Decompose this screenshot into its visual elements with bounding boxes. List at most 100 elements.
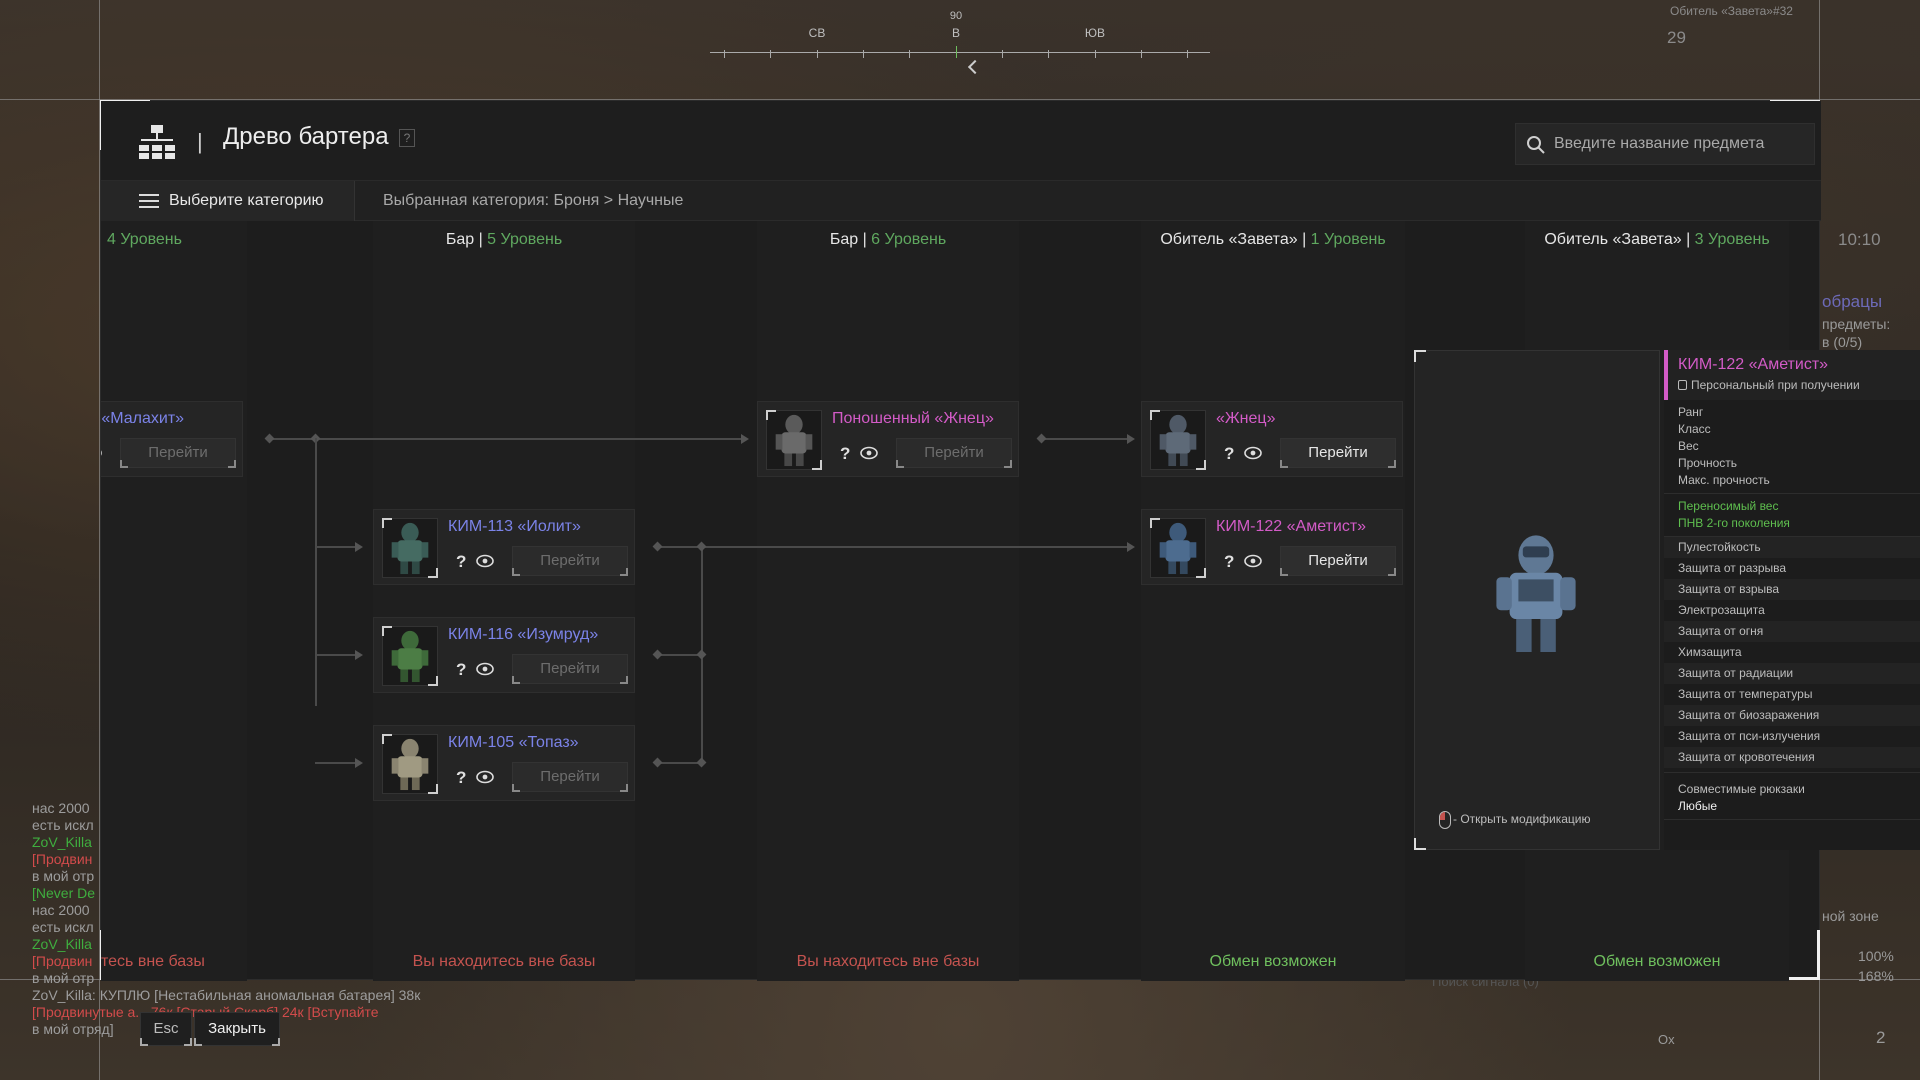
hud-side-text: в (0/5): [1822, 334, 1863, 350]
category-bar: Выберите категорию Выбранная категория: …: [101, 181, 1821, 221]
stat-row: Защита от температуры: [1678, 687, 1813, 701]
help-icon[interactable]: ?: [456, 660, 466, 680]
eye-icon[interactable]: [1244, 554, 1262, 568]
breadcrumb: Выбранная категория: Броня > Научные: [383, 192, 684, 209]
barter-tree-icon: [139, 125, 175, 159]
item-card-topaz[interactable]: КИМ-105 «Топаз» ? Перейти: [373, 725, 635, 801]
header-separator: |: [197, 129, 203, 154]
eye-icon[interactable]: [860, 446, 878, 460]
help-icon[interactable]: ?: [456, 768, 466, 788]
item-card-reaper[interactable]: «Жнец» ? Перейти: [1141, 401, 1403, 477]
compass-label-e: В: [951, 26, 961, 40]
tree-connector: [315, 438, 317, 706]
detail-item-name: КИМ-122 «Аметист»: [1678, 356, 1829, 373]
item-card-worn-reaper[interactable]: Поношенный «Жнец» ? Перейти: [757, 401, 1019, 477]
item-card-ametist[interactable]: КИМ-122 «Аметист» ? Перейти: [1141, 509, 1403, 585]
search-input[interactable]: [1554, 124, 1804, 164]
compass-label-se: ЮВ: [1084, 26, 1106, 40]
hud-side-text: обрацы: [1822, 292, 1883, 311]
item-thumbnail: [766, 410, 822, 470]
go-button[interactable]: Перейти: [1280, 546, 1396, 576]
menu-icon: [139, 194, 159, 208]
help-icon[interactable]: ?: [840, 444, 850, 464]
eye-icon[interactable]: [476, 770, 494, 784]
help-icon[interactable]: ?: [1224, 552, 1234, 572]
hud-side-text: предметы:: [1822, 316, 1891, 332]
item-thumbnail: [1150, 518, 1206, 578]
stats-protection: Пулестойкость Защита от разрыва Защита о…: [1664, 537, 1920, 773]
hud-time-small: 29: [1667, 28, 1686, 47]
tree-connector: [271, 438, 747, 440]
stats-basic: Ранг Класс Вес Прочность Макс. прочность: [1664, 400, 1920, 494]
item-card-malachite[interactable]: I-99М «Малахит» Перейти: [101, 401, 243, 477]
armor-preview-image: [1496, 535, 1576, 652]
column-header: Обитель «Завета» | 1 Уровень: [1160, 231, 1386, 248]
category-select-button[interactable]: Выберите категорию: [101, 181, 355, 221]
chat-line: ZoV_Killa: КУПЛЮ [Нестабильная аномальна…: [32, 987, 421, 1003]
connector-arrow-icon: [355, 758, 363, 768]
mouse-icon: [1439, 811, 1451, 829]
item-name: Поношенный «Жнец»: [832, 410, 994, 427]
column-header: Обитель «Завета» | 3 Уровень: [1544, 231, 1770, 248]
column-header: Бар | 5 Уровень: [445, 231, 563, 248]
close-button[interactable]: Закрыть: [194, 1012, 280, 1046]
go-button[interactable]: Перейти: [512, 654, 628, 684]
tree-connector: [657, 546, 1131, 548]
eye-icon[interactable]: [476, 554, 494, 568]
item-name: «Жнец»: [1216, 410, 1276, 427]
item-stats: КИМ-122 «Аметист» Персональный при получ…: [1664, 350, 1920, 850]
item-thumbnail: [1150, 410, 1206, 470]
tree-column: 4 Уровень тесь вне базы: [101, 221, 247, 981]
stat-row: Защита от разрыва: [1678, 561, 1787, 575]
stat-row: Защита от кровотечения: [1664, 747, 1920, 768]
item-thumbnail: [382, 734, 438, 794]
tree-column: Бар | 6 Уровень Вы находитесь вне базы: [757, 221, 1019, 981]
hud-location: Обитель «Завета»#32: [1670, 4, 1793, 18]
hud-zone: ной зоне: [1822, 908, 1879, 924]
go-button[interactable]: Перейти: [120, 438, 236, 468]
go-button[interactable]: Перейти: [1280, 438, 1396, 468]
item-preview: - Открыть модификацию: [1414, 350, 1660, 850]
stat-row: Защита от радиации: [1664, 663, 1920, 684]
category-select-label: Выберите категорию: [169, 192, 324, 209]
connector-arrow-icon: [355, 542, 363, 552]
detail-header: КИМ-122 «Аметист» Персональный при получ…: [1664, 350, 1920, 400]
item-name: КИМ-122 «Аметист»: [1216, 518, 1367, 535]
esc-key-button[interactable]: Esc: [140, 1012, 192, 1046]
stats-backpacks: Совместимые рюкзаки Любые: [1664, 773, 1920, 820]
item-detail-panel: - Открыть модификацию КИМ-122 «Аметист» …: [1414, 350, 1920, 850]
item-card-iolit[interactable]: КИМ-113 «Иолит» ? Перейти: [373, 509, 635, 585]
column-status: Обмен возможен: [1593, 953, 1721, 970]
help-icon[interactable]: ?: [1224, 444, 1234, 464]
go-button[interactable]: Перейти: [512, 546, 628, 576]
eye-icon[interactable]: [476, 662, 494, 676]
item-card-izumrud[interactable]: КИМ-116 «Изумруд» ? Перейти: [373, 617, 635, 693]
stat-row: Защита от биозаражения: [1664, 705, 1920, 726]
stat-row: Пулестойкость: [1664, 537, 1920, 558]
go-button[interactable]: Перейти: [896, 438, 1012, 468]
column-header: 4 Уровень: [107, 231, 182, 248]
item-name: КИМ-116 «Изумруд»: [448, 626, 599, 643]
tree-column: Бар | 5 Уровень Вы находитесь вне базы: [373, 221, 635, 981]
help-icon[interactable]: ?: [456, 552, 466, 572]
stats-bonus: Переносимый вес ПНВ 2-го поколения: [1664, 494, 1920, 537]
item-name: I-99М «Малахит»: [101, 410, 185, 427]
help-icon[interactable]: ?: [399, 129, 415, 147]
hud-clock: 10:10: [1838, 230, 1881, 249]
compass: 90 СВ В ЮВ: [710, 8, 1210, 75]
compass-pointer-icon: [967, 59, 983, 75]
stat-row: Химзащита: [1678, 645, 1742, 659]
search-box[interactable]: [1515, 123, 1815, 165]
hud-slot-count: 2: [1876, 1028, 1886, 1047]
tree-connector: [1041, 438, 1131, 440]
lock-icon: [1678, 380, 1687, 390]
eye-icon[interactable]: [101, 446, 102, 460]
stat-row: Защита от взрыва: [1664, 579, 1920, 600]
eye-icon[interactable]: [1244, 446, 1262, 460]
column-status: тесь вне базы: [101, 953, 205, 970]
item-thumbnail: [382, 626, 438, 686]
connector-node-icon: [264, 433, 275, 444]
go-button[interactable]: Перейти: [512, 762, 628, 792]
column-status: Вы находитесь вне базы: [412, 953, 596, 970]
personal-flag: Персональный при получении: [1678, 378, 1920, 392]
